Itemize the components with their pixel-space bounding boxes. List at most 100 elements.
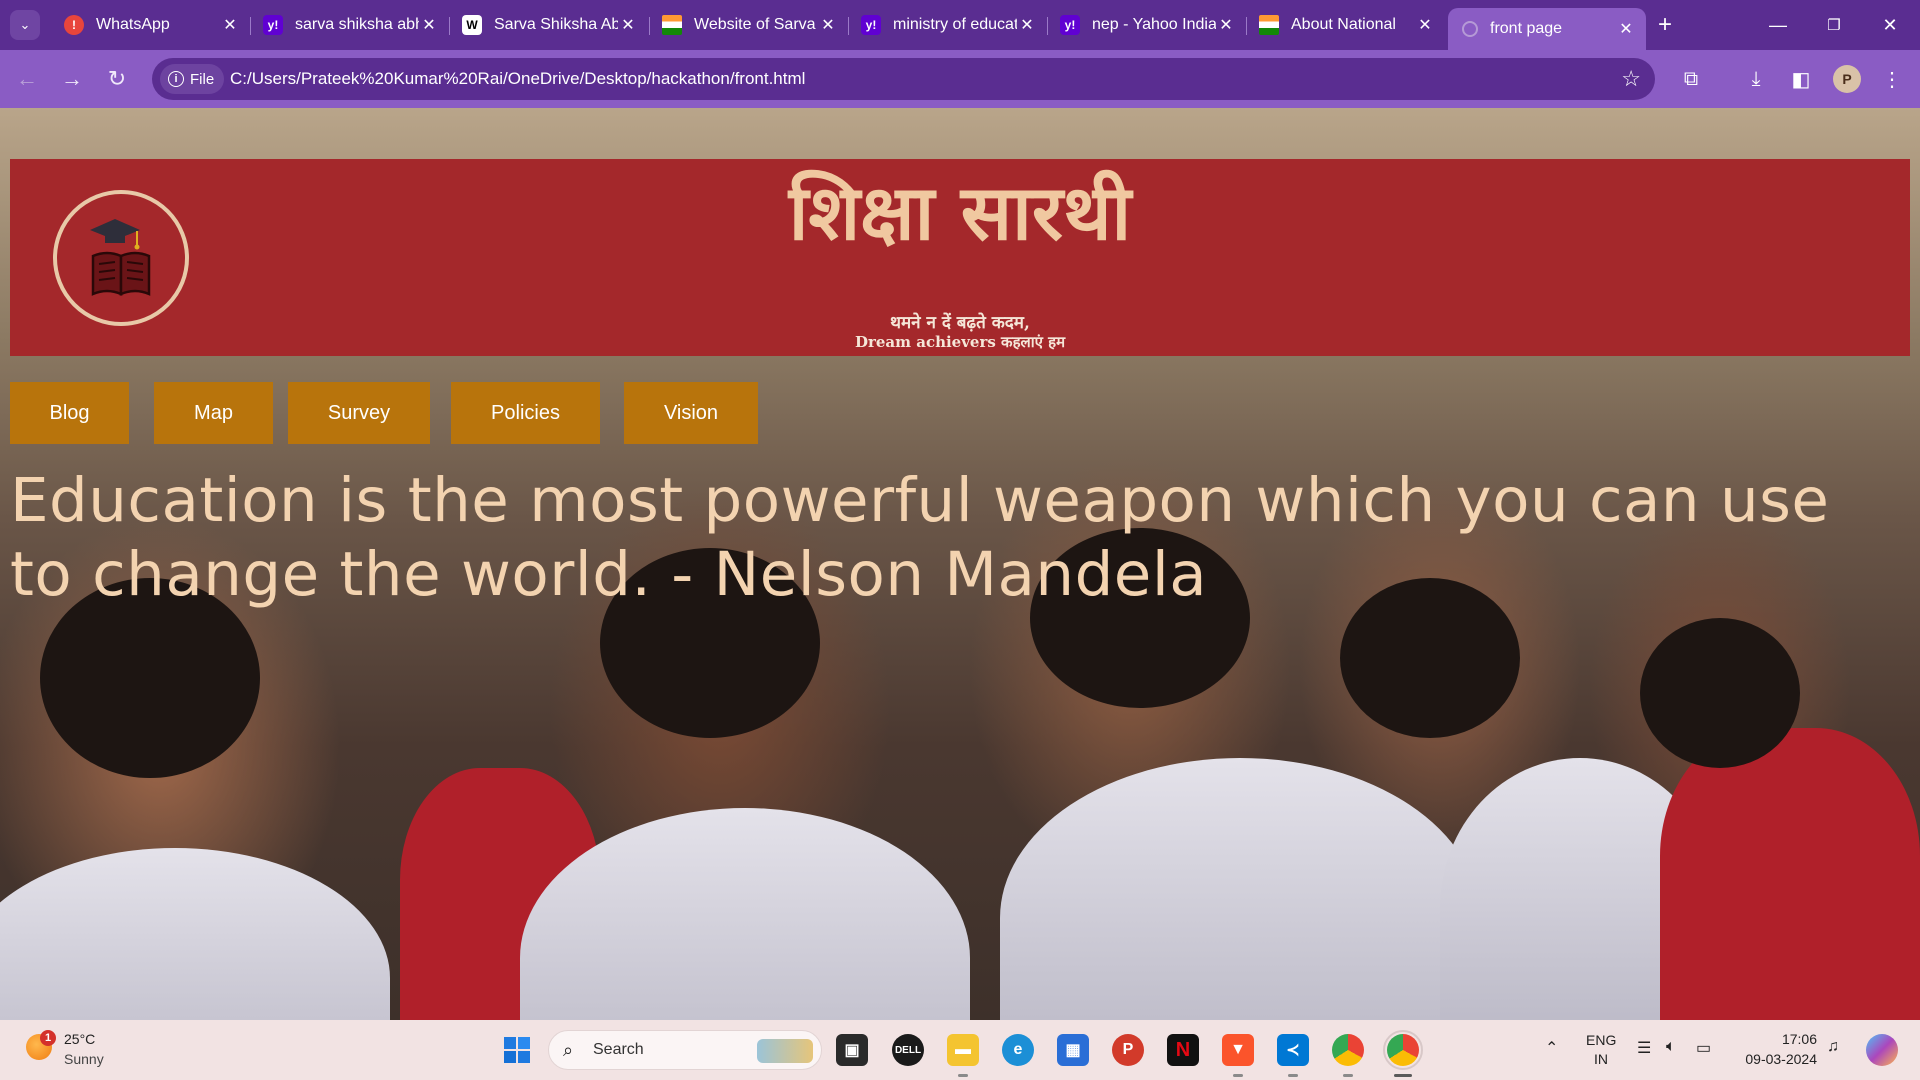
vscode-icon[interactable]: ≺ — [1277, 1034, 1309, 1066]
close-icon[interactable]: ✕ — [1415, 15, 1435, 35]
taskbar-search[interactable]: ⌕ Search — [548, 1030, 822, 1070]
wikipedia-icon: W — [462, 15, 482, 35]
running-indicator — [1233, 1074, 1243, 1077]
close-icon[interactable]: ✕ — [1616, 19, 1636, 39]
whatsapp-icon: ! — [64, 15, 84, 35]
page-viewport: शिक्षा सारथी थमने न दें बढ़ते कदम, Dream… — [0, 108, 1920, 1020]
clock-date[interactable]: 09-03-2024 — [1737, 1051, 1817, 1067]
close-icon[interactable]: ✕ — [618, 15, 638, 35]
yahoo-icon: y! — [861, 15, 881, 35]
edge-icon[interactable]: e — [1002, 1034, 1034, 1066]
info-icon: i — [168, 71, 184, 87]
nav-vision-button[interactable]: Vision — [624, 382, 758, 444]
tab-title: About National — [1291, 16, 1396, 33]
microsoft-store-icon[interactable]: ▦ — [1057, 1034, 1089, 1066]
close-icon[interactable]: ✕ — [1017, 15, 1037, 35]
tab-whatsapp[interactable]: ! WhatsApp ✕ — [52, 8, 250, 42]
tab-search-button[interactable]: ⌄ — [10, 10, 40, 40]
tab-title: front page — [1490, 20, 1563, 37]
tab-sarva-shiksha-wikipedia[interactable]: W Sarva Shiksha Abhiyan ✕ — [450, 8, 648, 42]
minimize-button[interactable]: — — [1755, 8, 1801, 42]
close-icon[interactable]: ✕ — [419, 15, 439, 35]
new-tab-button[interactable]: + — [1650, 10, 1680, 40]
bookmark-star-icon[interactable]: ☆ — [1621, 66, 1641, 92]
chrome-icon[interactable] — [1332, 1034, 1364, 1066]
running-indicator — [1288, 1074, 1298, 1077]
nav-map-button[interactable]: Map — [154, 382, 273, 444]
nav-survey-button[interactable]: Survey — [288, 382, 430, 444]
mandela-quote: Education is the most powerful weapon wh… — [10, 465, 1830, 610]
active-indicator — [1394, 1074, 1412, 1077]
copilot-icon[interactable] — [1866, 1034, 1898, 1066]
tab-ministry-of-education[interactable]: y! ministry of education ✕ — [849, 8, 1047, 42]
volume-icon[interactable]: 🔈︎ — [1666, 1038, 1676, 1056]
wifi-icon[interactable]: ☰ — [1637, 1038, 1651, 1058]
restore-button[interactable]: ❐ — [1811, 8, 1857, 42]
running-indicator — [1343, 1074, 1353, 1077]
extensions-icon[interactable]: ⧉ — [1677, 65, 1705, 93]
browser-tab-strip: ⌄ ! WhatsApp ✕ y! sarva shiksha abhiyan … — [0, 0, 1920, 50]
weather-description[interactable]: Sunny — [64, 1051, 104, 1067]
menu-dots-icon[interactable]: ⋮ — [1878, 65, 1906, 93]
tab-nep-yahoo[interactable]: y! nep - Yahoo India ✕ — [1048, 8, 1246, 42]
app-p-icon[interactable]: P — [1112, 1034, 1144, 1066]
site-info-label: File — [190, 70, 215, 88]
search-placeholder: Search — [593, 1041, 644, 1058]
browser-toolbar: ← → ↻ i File C:/Users/Prateek%20Kumar%20… — [0, 50, 1920, 108]
forward-button[interactable]: → — [56, 63, 88, 95]
nav-blog-button[interactable]: Blog — [10, 382, 129, 444]
close-icon[interactable]: ✕ — [220, 15, 240, 35]
tab-about-national[interactable]: About National ✕ — [1247, 8, 1445, 42]
close-icon[interactable]: ✕ — [1216, 15, 1236, 35]
brave-icon[interactable]: ▼ — [1222, 1034, 1254, 1066]
globe-icon — [1462, 21, 1478, 37]
chrome-profile-icon[interactable] — [1383, 1030, 1423, 1070]
language-code[interactable]: ENG — [1586, 1032, 1616, 1048]
file-explorer-icon[interactable]: ▬ — [947, 1034, 979, 1066]
chevron-up-icon[interactable]: ⌃ — [1545, 1038, 1558, 1058]
region-code[interactable]: IN — [1594, 1051, 1608, 1067]
downloads-icon[interactable]: ⤓ — [1742, 65, 1770, 93]
clock-time[interactable]: 17:06 — [1741, 1031, 1817, 1047]
tab-title: WhatsApp — [96, 16, 170, 33]
site-info-chip[interactable]: i File — [160, 64, 224, 94]
windows-start-icon[interactable] — [501, 1034, 533, 1066]
battery-icon[interactable]: ▭ — [1696, 1038, 1711, 1058]
tagline-line-1: थमने न दें बढ़ते कदम, — [890, 313, 1030, 333]
notification-bell-icon[interactable]: ♫ — [1827, 1038, 1839, 1056]
tab-title: sarva shiksha abhiyan — [295, 16, 419, 33]
bg-hair — [1640, 618, 1800, 768]
close-window-button[interactable]: ✕ — [1867, 8, 1913, 42]
side-panel-icon[interactable]: ◧ — [1787, 65, 1815, 93]
task-view-icon[interactable]: ▣ — [836, 1034, 868, 1066]
reload-button[interactable]: ↻ — [101, 63, 133, 95]
running-indicator — [958, 1074, 968, 1077]
site-title: शिक्षा सारथी — [788, 168, 1132, 257]
tab-title: ministry of education — [893, 16, 1017, 33]
search-icon: ⌕ — [563, 1040, 574, 1060]
tab-front-page[interactable]: front page ✕ — [1448, 8, 1646, 50]
india-flag-icon — [1259, 15, 1279, 35]
tab-title: nep - Yahoo India — [1092, 16, 1216, 33]
windows-taskbar: 1 25°C Sunny ⌕ Search ▣ DELL ▬ e ▦ P N ▼… — [0, 1020, 1920, 1080]
netflix-icon[interactable]: N — [1167, 1034, 1199, 1066]
back-button[interactable]: ← — [11, 63, 43, 95]
tab-title: Website of Sarva — [694, 16, 816, 33]
nav-policies-button[interactable]: Policies — [451, 382, 600, 444]
yahoo-icon: y! — [1060, 15, 1080, 35]
dell-icon[interactable]: DELL — [892, 1034, 924, 1066]
search-highlight-image — [757, 1039, 813, 1063]
tagline-line-2: Dream achievers कहलाएं हम — [854, 333, 1066, 351]
tab-title: Sarva Shiksha Abhiyan — [494, 16, 618, 33]
profile-avatar[interactable]: P — [1833, 65, 1861, 93]
bg-uniform — [1000, 758, 1480, 1020]
bg-uniform — [0, 848, 390, 1020]
address-bar[interactable]: i File C:/Users/Prateek%20Kumar%20Rai/On… — [152, 58, 1655, 100]
india-flag-icon — [662, 15, 682, 35]
weather-temperature[interactable]: 25°C — [64, 1031, 95, 1047]
tab-sarva-shiksha-yahoo[interactable]: y! sarva shiksha abhiyan ✕ — [251, 8, 449, 42]
url-text[interactable]: C:/Users/Prateek%20Kumar%20Rai/OneDrive/… — [230, 69, 805, 89]
site-header: शिक्षा सारथी थमने न दें बढ़ते कदम, Dream… — [10, 159, 1910, 356]
close-icon[interactable]: ✕ — [818, 15, 838, 35]
tab-website-of-sarva[interactable]: Website of Sarva ✕ — [650, 8, 848, 42]
